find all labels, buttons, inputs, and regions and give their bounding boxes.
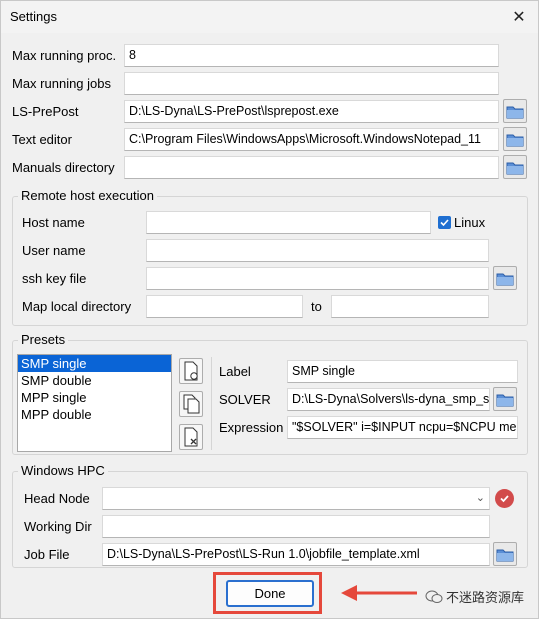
- ssh-key-input[interactable]: [146, 267, 489, 290]
- manuals-dir-label: Manuals directory: [12, 160, 115, 175]
- presets-separator: [211, 357, 212, 450]
- max-running-jobs-label: Max running jobs: [12, 76, 111, 91]
- solver-input[interactable]: D:\LS-Dyna\Solvers\ls-dyna_smp_s: [287, 388, 490, 411]
- folder-icon: [506, 134, 524, 146]
- preset-label-input[interactable]: SMP single: [287, 360, 518, 383]
- user-name-input[interactable]: [146, 239, 489, 262]
- ssh-key-browse-button[interactable]: [493, 266, 517, 290]
- new-document-icon: [184, 361, 198, 381]
- text-editor-input[interactable]: C:\Program Files\WindowsApps\Microsoft.W…: [124, 128, 499, 151]
- text-editor-browse-button[interactable]: [503, 127, 527, 151]
- list-item[interactable]: SMP single: [18, 355, 171, 372]
- copy-icon: [183, 394, 200, 414]
- lsprepost-label: LS-PrePost: [12, 104, 79, 119]
- linux-label: Linux: [454, 215, 486, 230]
- working-dir-label: Working Dir: [24, 519, 92, 534]
- delete-document-icon: [184, 427, 198, 447]
- presets-group-title: Presets: [18, 332, 69, 347]
- done-button[interactable]: Done: [226, 580, 314, 607]
- host-name-input[interactable]: [146, 211, 431, 234]
- presets-list[interactable]: SMP single SMP double MPP single MPP dou…: [17, 354, 172, 452]
- lsprepost-input[interactable]: D:\LS-Dyna\LS-PrePost\lsprepost.exe: [124, 100, 499, 123]
- map-remote-input[interactable]: [331, 295, 489, 318]
- job-file-label: Job File: [24, 547, 70, 562]
- folder-icon: [496, 394, 514, 406]
- job-file-input[interactable]: D:\LS-Dyna\LS-PrePost\LS-Run 1.0\jobfile…: [102, 543, 490, 566]
- window-title: Settings: [10, 9, 57, 24]
- folder-icon: [506, 162, 524, 174]
- wechat-icon: [425, 590, 443, 603]
- list-item[interactable]: SMP double: [18, 372, 171, 389]
- working-dir-input[interactable]: [102, 515, 490, 538]
- close-icon: ✕: [512, 9, 526, 26]
- manuals-dir-input[interactable]: [124, 156, 499, 179]
- ssh-key-label: ssh key file: [22, 271, 87, 286]
- solver-label: SOLVER: [219, 392, 271, 407]
- host-name-label: Host name: [22, 215, 85, 230]
- copy-preset-button[interactable]: [179, 391, 203, 417]
- head-node-status-icon: [495, 489, 514, 508]
- solver-browse-button[interactable]: [493, 387, 517, 411]
- list-item[interactable]: MPP double: [18, 406, 171, 423]
- max-running-proc-input[interactable]: 8: [124, 44, 499, 67]
- settings-window: Settings ✕ Max running proc. 8 Max runni…: [0, 0, 539, 619]
- chevron-down-icon: ⌄: [475, 492, 485, 504]
- job-file-browse-button[interactable]: [493, 542, 517, 566]
- title-bar: Settings ✕: [1, 1, 538, 33]
- linux-checkbox[interactable]: [438, 216, 451, 229]
- text-editor-label: Text editor: [12, 132, 72, 147]
- close-button[interactable]: ✕: [506, 5, 532, 29]
- expression-input[interactable]: "$SOLVER" i=$INPUT ncpu=$NCPU me: [287, 416, 518, 439]
- folder-icon: [506, 106, 524, 118]
- user-name-label: User name: [22, 243, 86, 258]
- folder-icon: [496, 273, 514, 285]
- max-running-proc-label: Max running proc.: [12, 48, 117, 63]
- watermark-text: 不迷路资源库: [446, 590, 525, 605]
- to-label: to: [311, 299, 322, 314]
- map-local-label: Map local directory: [22, 299, 132, 314]
- delete-preset-button[interactable]: [179, 424, 203, 450]
- expression-label: Expression: [219, 420, 284, 435]
- watermark: 不迷路资源库: [425, 587, 524, 606]
- remote-host-group-title: Remote host execution: [18, 188, 157, 203]
- checkmark-icon: [440, 219, 449, 227]
- head-node-combobox[interactable]: ⌄: [102, 487, 490, 510]
- max-running-jobs-input[interactable]: [124, 72, 499, 95]
- checkmark-icon: [500, 495, 509, 503]
- map-local-input[interactable]: [146, 295, 303, 318]
- manuals-dir-browse-button[interactable]: [503, 155, 527, 179]
- folder-icon: [496, 549, 514, 561]
- windows-hpc-group-title: Windows HPC: [18, 463, 108, 478]
- preset-label-label: Label: [219, 364, 251, 379]
- list-item[interactable]: MPP single: [18, 389, 171, 406]
- new-preset-button[interactable]: [179, 358, 203, 384]
- head-node-label: Head Node: [24, 491, 90, 506]
- lsprepost-browse-button[interactable]: [503, 99, 527, 123]
- arrow-left-icon: [341, 585, 417, 601]
